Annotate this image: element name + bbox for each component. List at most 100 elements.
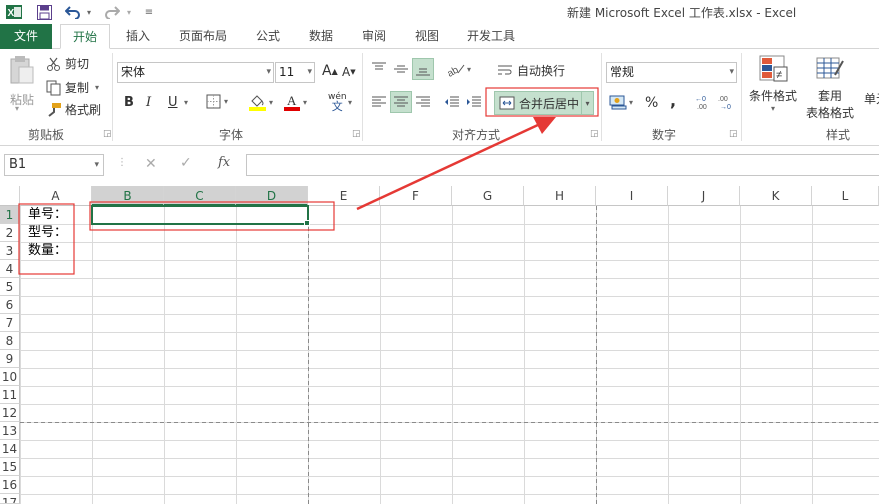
- comma-button[interactable]: ,: [670, 91, 676, 110]
- conditional-format-button[interactable]: ≠ 条件格式 ▾: [746, 55, 800, 113]
- cell-a1[interactable]: 单号：: [28, 206, 67, 224]
- wrap-text-button[interactable]: 自动换行: [497, 62, 565, 79]
- font-color-button[interactable]: A ▾: [284, 93, 307, 111]
- row-header-9[interactable]: 9: [0, 350, 20, 368]
- number-launcher-icon[interactable]: ◲: [729, 129, 738, 139]
- worksheet-grid[interactable]: A B C D E F G H I J K L 1 2 3 4 5 6 7 8 …: [0, 186, 879, 504]
- column-header-h[interactable]: H: [524, 186, 596, 206]
- align-center-button[interactable]: [390, 91, 412, 113]
- format-as-table-button[interactable]: 套用 表格格式: [802, 55, 858, 121]
- font-name-combo[interactable]: 宋体 ▾: [117, 62, 274, 83]
- tab-review[interactable]: 审阅: [353, 24, 395, 49]
- tab-insert[interactable]: 插入: [114, 24, 162, 49]
- row-header-11[interactable]: 11: [0, 386, 20, 404]
- row-header-12[interactable]: 12: [0, 404, 20, 422]
- tab-home[interactable]: 开始: [60, 24, 110, 49]
- redo-icon[interactable]: [104, 3, 120, 21]
- row-header-5[interactable]: 5: [0, 278, 20, 296]
- column-header-i[interactable]: I: [596, 186, 668, 206]
- paste-dropdown-icon[interactable]: ▾: [15, 104, 19, 113]
- resize-dots-icon[interactable]: ⋮: [117, 157, 127, 168]
- cell-a2[interactable]: 型号：: [28, 224, 67, 242]
- shrink-font-button[interactable]: A ▼: [342, 65, 356, 79]
- font-launcher-icon[interactable]: ◲: [352, 129, 361, 139]
- increase-decimal-button[interactable]: ←0.00: [695, 93, 713, 111]
- customize-qat-icon[interactable]: ≡: [143, 3, 155, 21]
- phonetic-dropdown-icon[interactable]: ▾: [348, 98, 352, 107]
- row-header-15[interactable]: 15: [0, 458, 20, 476]
- cell-styles-button[interactable]: 单元: [864, 90, 879, 107]
- underline-dropdown-icon[interactable]: ▾: [184, 98, 188, 107]
- orientation-button[interactable]: ab ▾: [446, 61, 471, 77]
- increase-indent-button[interactable]: [466, 95, 482, 109]
- column-header-b[interactable]: B: [92, 186, 164, 206]
- enter-icon[interactable]: ✓: [180, 155, 192, 171]
- name-box[interactable]: B1 ▾: [4, 154, 104, 176]
- row-header-14[interactable]: 14: [0, 440, 20, 458]
- align-middle-button[interactable]: [393, 62, 409, 76]
- merge-center-button[interactable]: 合并后居中 ▾: [494, 91, 594, 115]
- column-header-l[interactable]: L: [812, 186, 879, 206]
- align-top-button[interactable]: [371, 62, 387, 76]
- column-header-k[interactable]: K: [740, 186, 812, 206]
- decrease-decimal-button[interactable]: .00 →0: [718, 93, 736, 111]
- column-header-e[interactable]: E: [308, 186, 380, 206]
- accounting-format-button[interactable]: ▾: [609, 94, 633, 110]
- row-header-13[interactable]: 13: [0, 422, 20, 440]
- row-header-2[interactable]: 2: [0, 224, 20, 242]
- undo-icon[interactable]: [64, 3, 80, 21]
- column-header-c[interactable]: C: [164, 186, 236, 206]
- underline-button[interactable]: U: [168, 95, 178, 110]
- alignment-launcher-icon[interactable]: ◲: [590, 129, 599, 139]
- tab-data[interactable]: 数据: [300, 24, 342, 49]
- number-format-combo[interactable]: 常规 ▾: [606, 62, 737, 83]
- row-header-6[interactable]: 6: [0, 296, 20, 314]
- formula-input[interactable]: [246, 154, 879, 176]
- bold-button[interactable]: B: [124, 95, 134, 110]
- row-header-16[interactable]: 16: [0, 476, 20, 494]
- column-header-f[interactable]: F: [380, 186, 452, 206]
- tab-file[interactable]: 文件: [0, 24, 52, 49]
- italic-button[interactable]: I: [146, 95, 151, 110]
- row-header-4[interactable]: 4: [0, 260, 20, 278]
- borders-button[interactable]: ▾: [206, 94, 228, 109]
- row-header-3[interactable]: 3: [0, 242, 20, 260]
- format-painter-button[interactable]: 格式刷: [46, 101, 101, 118]
- redo-dropdown-icon[interactable]: ▾: [124, 3, 134, 21]
- column-header-a[interactable]: A: [20, 186, 92, 206]
- clipboard-launcher-icon[interactable]: ◲: [103, 129, 112, 139]
- undo-dropdown-icon[interactable]: ▾: [84, 3, 94, 21]
- column-header-g[interactable]: G: [452, 186, 524, 206]
- decrease-indent-button[interactable]: [444, 95, 460, 109]
- cut-button[interactable]: 剪切: [46, 55, 89, 72]
- percent-button[interactable]: %: [645, 95, 658, 111]
- align-left-button[interactable]: [371, 95, 387, 109]
- fill-handle[interactable]: [304, 220, 310, 226]
- row-header-1[interactable]: 1: [0, 206, 20, 224]
- selected-range-b1-d1[interactable]: [91, 205, 309, 225]
- column-header-d[interactable]: D: [236, 186, 308, 206]
- select-all-corner[interactable]: [0, 186, 20, 206]
- align-bottom-button[interactable]: [412, 58, 434, 80]
- row-header-17[interactable]: 17: [0, 494, 20, 504]
- copy-dropdown-icon[interactable]: ▾: [95, 83, 99, 92]
- cell-a3[interactable]: 数量：: [28, 242, 67, 260]
- merge-dropdown-icon[interactable]: ▾: [581, 92, 593, 114]
- tab-developer[interactable]: 开发工具: [458, 24, 524, 49]
- font-size-combo[interactable]: 11 ▾: [275, 62, 315, 83]
- tab-page-layout[interactable]: 页面布局: [172, 24, 234, 49]
- tab-view[interactable]: 视图: [406, 24, 448, 49]
- phonetic-button[interactable]: wén 文: [328, 93, 347, 113]
- cancel-icon[interactable]: ✕: [145, 156, 157, 172]
- insert-function-button[interactable]: fx: [218, 155, 230, 170]
- fill-color-button[interactable]: ▾: [249, 93, 273, 111]
- copy-button[interactable]: 复制 ▾: [46, 79, 99, 96]
- grow-font-button[interactable]: A ▲: [322, 63, 338, 79]
- save-icon[interactable]: [36, 3, 52, 21]
- paste-button[interactable]: 粘贴: [6, 55, 38, 115]
- row-header-7[interactable]: 7: [0, 314, 20, 332]
- column-header-j[interactable]: J: [668, 186, 740, 206]
- row-header-10[interactable]: 10: [0, 368, 20, 386]
- align-right-button[interactable]: [415, 95, 431, 109]
- tab-formulas[interactable]: 公式: [247, 24, 289, 49]
